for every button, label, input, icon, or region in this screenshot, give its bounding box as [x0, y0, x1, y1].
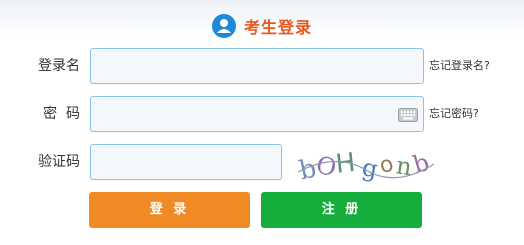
- captcha-row: 验证码 b O H g o n b: [0, 144, 524, 186]
- virtual-keyboard-icon[interactable]: [398, 107, 418, 126]
- password-row: 密 码 忘记密码?: [0, 96, 524, 132]
- user-avatar-icon: [211, 14, 236, 38]
- login-button[interactable]: 登 录: [89, 192, 250, 228]
- password-input[interactable]: [90, 96, 424, 132]
- username-label: 登录名: [38, 58, 80, 74]
- password-label: 密 码: [43, 106, 80, 122]
- forgot-username-link[interactable]: 忘记登录名?: [429, 48, 490, 84]
- username-row: 登录名 忘记登录名?: [0, 48, 524, 84]
- captcha-label: 验证码: [38, 154, 80, 170]
- login-header: 考生登录: [0, 10, 524, 42]
- register-button[interactable]: 注 册: [261, 192, 422, 228]
- captcha-image[interactable]: b O H g o n b: [296, 142, 436, 186]
- captcha-input[interactable]: [90, 144, 282, 180]
- username-input[interactable]: [90, 48, 424, 84]
- svg-text:o: o: [377, 152, 396, 180]
- forgot-password-link[interactable]: 忘记密码?: [429, 96, 479, 132]
- page-title: 考生登录: [243, 18, 312, 37]
